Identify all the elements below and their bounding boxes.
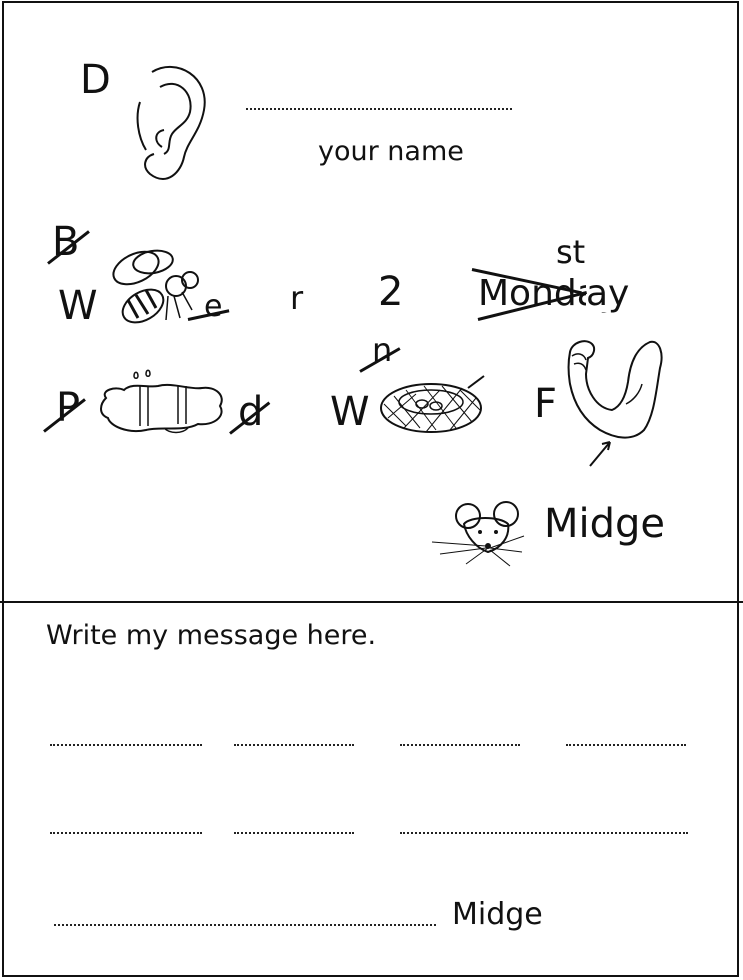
signature-top: Midge [544,501,666,547]
f-letter: F [534,381,558,427]
mouse-icon [430,496,526,568]
r-letter: r [290,279,304,317]
puddle-icon [98,368,228,438]
message-line-1-3[interactable] [400,744,520,746]
st-superscript: st [556,233,586,271]
name-line[interactable] [246,108,512,110]
arm-muscle-icon [556,334,666,472]
message-line-1-2[interactable] [234,744,354,746]
signature-bottom: Midge [452,897,543,932]
first-letter: D [80,57,111,103]
nest-icon [376,374,486,440]
ay-suffix: ay [586,273,630,314]
w-letter: W [58,283,98,329]
message-line-2-1[interactable] [50,832,202,834]
number-two: 2 [378,269,404,315]
message-line-1-1[interactable] [50,744,202,746]
section-divider [0,601,743,603]
message-line-2-2[interactable] [234,832,354,834]
message-line-3-1[interactable] [54,924,436,926]
message-heading: Write my message here. [46,620,377,651]
your-name-label: your name [318,136,464,167]
message-line-2-3[interactable] [400,832,688,834]
nest-w-letter: W [330,389,370,435]
ear-icon [132,62,212,187]
crossed-e-letter: e [204,289,223,324]
message-line-1-4[interactable] [566,744,686,746]
